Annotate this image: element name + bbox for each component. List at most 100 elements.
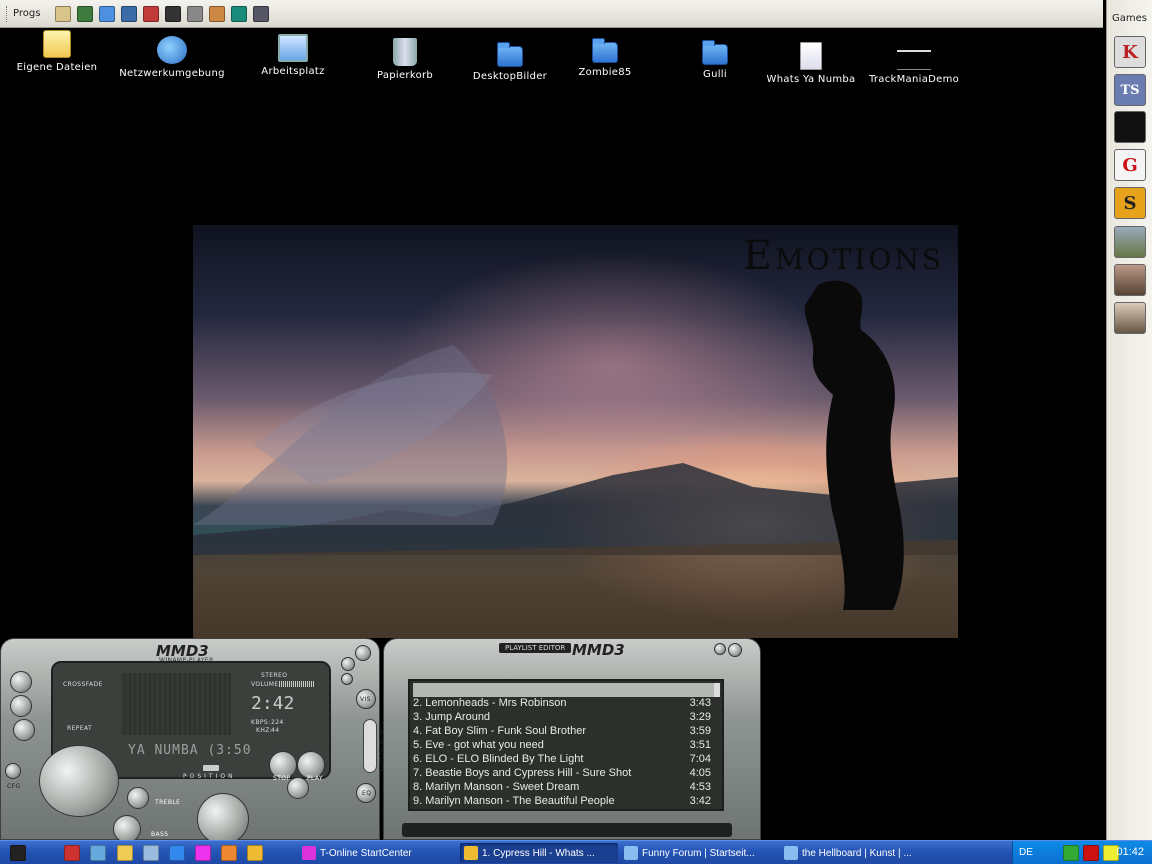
- terminal-icon[interactable]: [165, 5, 182, 22]
- treble-knob[interactable]: [127, 787, 149, 809]
- g-app-icon[interactable]: [187, 5, 204, 22]
- tonline-icon: [302, 846, 316, 860]
- playlist-track[interactable]: 8. Marilyn Manson - Sweet Dream 4:53: [413, 781, 719, 795]
- bass-label: BASS: [151, 831, 169, 838]
- game-s-icon[interactable]: S: [1114, 187, 1146, 219]
- globe-app-icon[interactable]: [121, 5, 138, 22]
- language-indicator[interactable]: DE: [1019, 847, 1033, 858]
- taskbar-button-label: 1. Cypress Hill - Whats ...: [482, 847, 595, 859]
- game-ts-icon[interactable]: TS: [1114, 74, 1146, 106]
- track-title: 5. Eve - got what you need: [413, 739, 544, 751]
- pause-button[interactable]: [287, 777, 309, 799]
- bass-knob[interactable]: [113, 815, 141, 843]
- volume-knob[interactable]: [197, 793, 249, 845]
- playlist-shade-button[interactable]: [714, 643, 726, 655]
- media-icon[interactable]: [209, 5, 226, 22]
- wallpaper-title: Emotions: [742, 233, 944, 279]
- quicklaunch-folder-icon[interactable]: [117, 845, 133, 861]
- taskbar-button-winamp[interactable]: 1. Cypress Hill - Whats ...: [460, 843, 618, 863]
- quicklaunch-ie-icon[interactable]: [169, 845, 185, 861]
- game-emblem-icon[interactable]: [1114, 111, 1146, 143]
- playlist-scrollbar[interactable]: [714, 683, 720, 697]
- taskbar-button-tonline[interactable]: T-Online StartCenter: [298, 843, 456, 863]
- colorthemes-button[interactable]: [363, 719, 377, 773]
- eject-button[interactable]: [10, 671, 32, 693]
- folder-icon[interactable]: [99, 5, 116, 22]
- elapsed-time: 2:42: [251, 693, 295, 714]
- camera-icon[interactable]: [55, 5, 72, 22]
- game-k-icon[interactable]: K: [1114, 36, 1146, 68]
- minimize-button[interactable]: [341, 657, 355, 671]
- game-creature-icon[interactable]: [1114, 226, 1146, 258]
- desktop-icon-desktopbilder[interactable]: DesktopBilder: [470, 42, 550, 82]
- close-button[interactable]: [355, 645, 371, 661]
- track-duration: 3:43: [689, 697, 711, 709]
- desktop-icon-whats-ya-numba[interactable]: Whats Ya Numba: [763, 42, 859, 85]
- playlist-close-button[interactable]: [728, 643, 742, 657]
- playlist-track[interactable]: 3. Jump Around 3:29: [413, 711, 719, 725]
- khz-label: KHZ:: [256, 727, 273, 734]
- playlist-window[interactable]: PLAYLIST EDITOR MMD3 1. Cypress Hill - W…: [383, 638, 761, 840]
- desktop-icon-netzwerkumgebung[interactable]: Netzwerkumgebung: [118, 36, 226, 79]
- desktop-icon-zombie85[interactable]: Zombie85: [570, 38, 640, 78]
- start-button[interactable]: [10, 845, 26, 861]
- desktop-icon-label: Eigene Dateien: [16, 62, 98, 73]
- winamp-file-icon: [800, 42, 822, 70]
- playlist-track[interactable]: 7. Beastie Boys and Cypress Hill - Sure …: [413, 767, 719, 781]
- desktop-icon-eigene-dateien[interactable]: Eigene Dateien: [15, 30, 99, 73]
- taskbar-button-funny-forum[interactable]: Funny Forum | Startseit...: [620, 843, 778, 863]
- quicklaunch-red-icon[interactable]: [64, 845, 80, 861]
- eq-label: EQ: [362, 790, 372, 797]
- playlist-track[interactable]: 9. Marilyn Manson - The Beautiful People…: [413, 795, 719, 809]
- triangle-app-icon[interactable]: [77, 5, 94, 22]
- song-ticker: YA NUMBA (3:50: [128, 743, 252, 758]
- desktop-icon-gulli[interactable]: Gulli: [690, 40, 740, 80]
- toolbar-grip[interactable]: [6, 5, 9, 22]
- visualizer: [121, 673, 231, 735]
- playlist-track[interactable]: 4. Fat Boy Slim - Funk Soul Brother 3:59: [413, 725, 719, 739]
- kbps-label: KBPS:: [251, 719, 271, 726]
- game-g-icon[interactable]: G: [1114, 149, 1146, 181]
- playlist-brand: MMD3: [572, 641, 625, 659]
- tray-ati-icon[interactable]: [1083, 845, 1099, 861]
- playlist-track-list[interactable]: 1. Cypress Hill - Whats Ya Numba 3:50 2. …: [408, 679, 724, 811]
- wallpaper-image: Emotions: [193, 225, 958, 638]
- treble-label: TREBLE: [155, 799, 181, 806]
- quicklaunch-media-icon[interactable]: [221, 845, 237, 861]
- arrow-app-icon[interactable]: [231, 5, 248, 22]
- volume-slider[interactable]: [279, 681, 315, 687]
- stop-label: STOP: [273, 775, 291, 782]
- quicklaunch-desktop-icon[interactable]: [90, 845, 106, 861]
- desktop-icon-label: Papierkorb: [376, 70, 434, 81]
- repeat-button[interactable]: [13, 719, 35, 741]
- browser-icon: [784, 846, 798, 860]
- quicklaunch-winamp-icon[interactable]: [247, 845, 263, 861]
- playlist-track[interactable]: 5. Eve - got what you need 3:51: [413, 739, 719, 753]
- playlist-track[interactable]: 6. ELO - ELO Blinded By The Light 7:04: [413, 753, 719, 767]
- tray-network-icon[interactable]: [1063, 845, 1079, 861]
- desktop-icon-papierkorb[interactable]: Papierkorb: [370, 38, 440, 81]
- navigation-pad[interactable]: [39, 745, 119, 817]
- shade-button[interactable]: [341, 673, 353, 685]
- winamp-main-window[interactable]: MMD3 WINAMP-PLAYER CFG CROSSFADE REPEAT …: [0, 638, 385, 845]
- desktop-icon-trackmaniademo[interactable]: TrackManiaDemo: [866, 50, 962, 85]
- stereo-label: STEREO: [261, 672, 288, 679]
- quicklaunch-tonline-icon[interactable]: [195, 845, 211, 861]
- shuffle-button[interactable]: [10, 695, 32, 717]
- track-duration: 4:53: [689, 781, 711, 793]
- headset-icon[interactable]: [253, 5, 270, 22]
- progs-toolbar-title: Progs: [13, 8, 41, 19]
- game-soldier-icon[interactable]: [1114, 264, 1146, 296]
- quicklaunch-mail-icon[interactable]: [143, 845, 159, 861]
- game-face-icon[interactable]: [1114, 302, 1146, 334]
- desktop-icon-label: Whats Ya Numba: [766, 74, 856, 85]
- repeat-label: REPEAT: [67, 725, 93, 732]
- playlist-track[interactable]: 2. Lemonheads - Mrs Robinson 3:43: [413, 697, 719, 711]
- wallpaper-scene: [193, 280, 958, 638]
- position-slider[interactable]: [203, 765, 219, 771]
- playlist-track[interactable]: 1. Cypress Hill - Whats Ya Numba 3:50: [413, 683, 719, 697]
- grid-app-icon[interactable]: [143, 5, 160, 22]
- cfg-button[interactable]: [5, 763, 21, 779]
- taskbar-button-hellboard[interactable]: the Hellboard | Kunst | ...: [780, 843, 938, 863]
- desktop-icon-arbeitsplatz[interactable]: Arbeitsplatz: [255, 34, 331, 77]
